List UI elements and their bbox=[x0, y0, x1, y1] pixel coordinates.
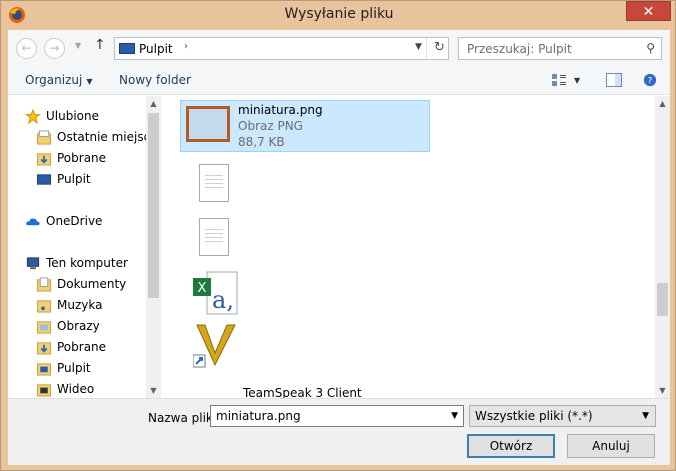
recent-locations-dropdown[interactable]: ▼ bbox=[75, 41, 81, 50]
search-icon[interactable]: ⚲ bbox=[646, 41, 655, 55]
dialog-client: ← → ▼ ↑ Pulpit › ▼ ↻ Przeszukaj: Pulpit … bbox=[8, 30, 670, 465]
sidebar-label: Ulubione bbox=[46, 109, 100, 123]
address-bar: ← → ▼ ↑ Pulpit › ▼ ↻ Przeszukaj: Pulpit … bbox=[8, 30, 670, 65]
text-file-icon[interactable] bbox=[199, 218, 229, 256]
recent-places-icon bbox=[36, 130, 52, 145]
svg-text:X: X bbox=[198, 281, 207, 296]
svg-text:a,: a, bbox=[212, 286, 234, 314]
file-size: 88,7 KB bbox=[238, 135, 285, 149]
sidebar-label: Pobrane bbox=[57, 151, 107, 165]
sidebar-scrollbar[interactable]: ▲ ▼ bbox=[146, 96, 161, 398]
search-input[interactable]: Przeszukaj: Pulpit ⚲ bbox=[458, 37, 662, 60]
desktop-icon bbox=[36, 174, 52, 185]
view-options-icon[interactable] bbox=[551, 73, 567, 87]
file-item-selected[interactable]: miniatura.png Obraz PNG 88,7 KB bbox=[180, 100, 430, 152]
help-icon[interactable]: ? bbox=[642, 73, 658, 87]
address-dropdown-icon[interactable]: ▼ bbox=[415, 42, 422, 52]
desktop-folder-icon bbox=[36, 363, 52, 376]
view-dropdown-icon[interactable]: ▼ bbox=[574, 76, 580, 85]
new-folder-button[interactable]: Nowy folder bbox=[119, 73, 191, 87]
search-placeholder: Przeszukaj: Pulpit bbox=[467, 42, 572, 56]
cloud-icon bbox=[26, 218, 40, 226]
file-list-scrollbar[interactable]: ▲ ▼ bbox=[655, 96, 670, 398]
music-folder-icon bbox=[36, 300, 52, 313]
filter-value: Wszystkie pliki (*.*) bbox=[475, 409, 593, 423]
sidebar-label: OneDrive bbox=[46, 214, 103, 228]
address-divider bbox=[426, 38, 427, 59]
close-button[interactable]: ✕ bbox=[626, 1, 671, 21]
desktop-icon bbox=[119, 43, 135, 54]
scrollbar-thumb[interactable] bbox=[148, 113, 159, 298]
back-button[interactable]: ← bbox=[16, 38, 37, 59]
sidebar-label: Wideo bbox=[57, 382, 95, 396]
title-bar[interactable]: Wysyłanie pliku ✕ bbox=[1, 1, 676, 30]
documents-folder-icon bbox=[36, 277, 52, 292]
sidebar-label: Obrazy bbox=[57, 319, 100, 333]
open-button[interactable]: Otwórz bbox=[467, 434, 555, 458]
spreadsheet-file-icon[interactable]: X a, bbox=[193, 270, 239, 316]
downloads-folder-icon bbox=[36, 153, 52, 166]
file-type: Obraz PNG bbox=[238, 119, 303, 133]
sidebar-label: Pobrane bbox=[57, 340, 107, 354]
file-list: miniatura.png Obraz PNG 88,7 KB X a, Tea… bbox=[165, 96, 655, 398]
address-location[interactable]: Pulpit bbox=[139, 42, 173, 56]
sidebar-label: Dokumenty bbox=[57, 277, 127, 291]
file-name-partial: TeamSpeak 3 Client bbox=[243, 386, 362, 398]
organize-label: Organizuj bbox=[25, 73, 83, 87]
refresh-icon[interactable]: ↻ bbox=[434, 40, 445, 55]
filename-value[interactable]: miniatura.png bbox=[216, 409, 301, 423]
sidebar-label: Pulpit bbox=[57, 361, 91, 375]
dialog-window: Wysyłanie pliku ✕ ← → ▼ ↑ Pulpit › ▼ ↻ P… bbox=[0, 0, 676, 471]
dialog-footer: Nazwa pliku: miniatura.png ▼ Wszystkie p… bbox=[8, 398, 670, 465]
navigation-pane: Ulubione Ostatnie miejsca Pobrane Pulpit… bbox=[8, 96, 161, 398]
sidebar-label: Ten komputer bbox=[46, 256, 128, 270]
videos-folder-icon bbox=[36, 384, 52, 397]
file-type-filter[interactable]: Wszystkie pliki (*.*) ▼ bbox=[469, 405, 656, 427]
chevron-down-icon[interactable]: ▼ bbox=[642, 411, 649, 421]
window-title: Wysyłanie pliku bbox=[284, 6, 394, 22]
file-name: miniatura.png bbox=[238, 103, 323, 117]
sidebar-label: Ostatnie miejsca bbox=[57, 130, 158, 144]
svg-text:?: ? bbox=[648, 77, 653, 87]
computer-icon bbox=[26, 257, 40, 270]
scroll-down-icon[interactable]: ▼ bbox=[146, 386, 161, 395]
sidebar-label: Muzyka bbox=[57, 298, 103, 312]
chevron-down-icon: ▼ bbox=[86, 77, 93, 86]
address-chevron[interactable]: › bbox=[184, 41, 188, 52]
text-file-icon[interactable] bbox=[199, 164, 229, 202]
cancel-button[interactable]: Anuluj bbox=[567, 434, 655, 458]
forward-button[interactable]: → bbox=[44, 38, 65, 59]
scroll-up-icon[interactable]: ▲ bbox=[655, 99, 670, 108]
pictures-folder-icon bbox=[36, 321, 52, 334]
downloads-folder-icon bbox=[36, 342, 52, 355]
scroll-up-icon[interactable]: ▲ bbox=[146, 99, 161, 108]
star-icon bbox=[25, 109, 41, 124]
command-bar: Organizuj ▼ Nowy folder ▼ ? bbox=[8, 65, 670, 95]
filename-field[interactable]: miniatura.png ▼ bbox=[210, 405, 464, 427]
image-thumbnail bbox=[186, 106, 230, 142]
chevron-down-icon[interactable]: ▼ bbox=[451, 411, 458, 421]
shortcut-app-icon[interactable] bbox=[193, 321, 239, 369]
scroll-down-icon[interactable]: ▼ bbox=[655, 386, 670, 395]
preview-pane-icon[interactable] bbox=[606, 73, 622, 87]
up-button[interactable]: ↑ bbox=[94, 37, 106, 53]
sidebar-label: Pulpit bbox=[57, 172, 91, 186]
address-field[interactable]: Pulpit › ▼ ↻ bbox=[114, 37, 449, 60]
organize-menu[interactable]: Organizuj ▼ bbox=[25, 73, 92, 87]
scrollbar-thumb[interactable] bbox=[657, 283, 668, 316]
